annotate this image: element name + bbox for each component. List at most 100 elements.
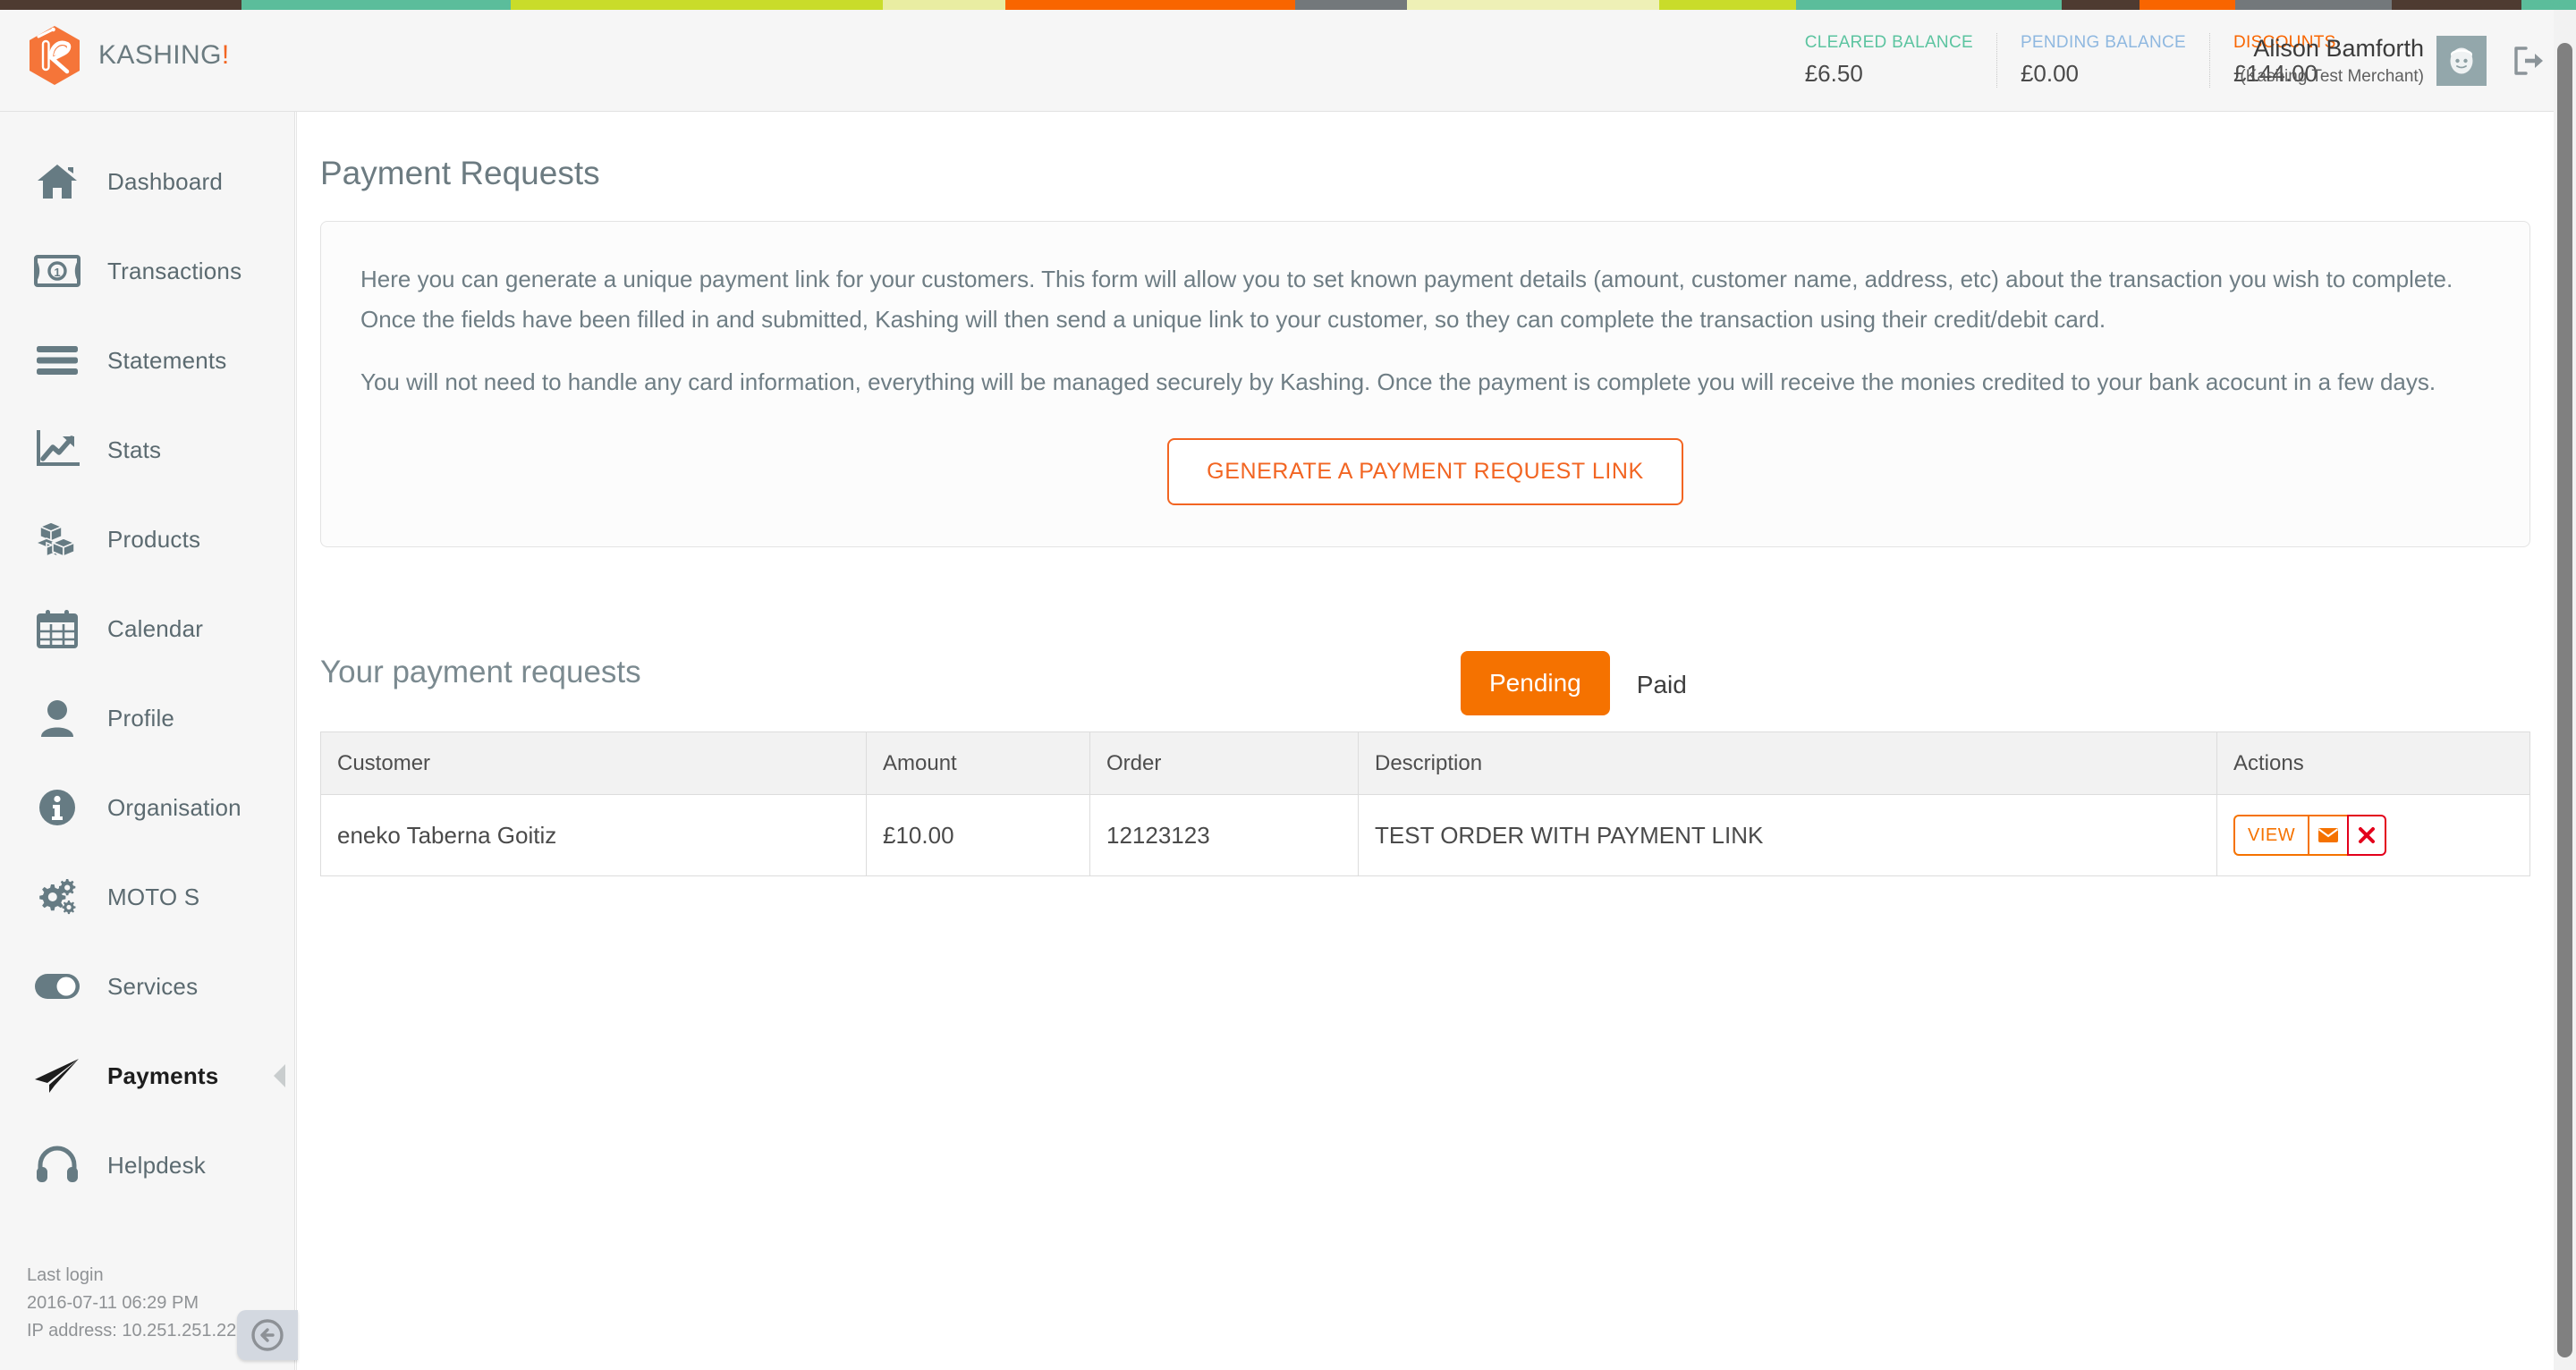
gears-icon (32, 872, 82, 922)
requests-header: Your payment requests Pending Paid (320, 630, 2530, 716)
color-bar-segment-9 (2061, 0, 2140, 10)
sidebar-item-products[interactable]: Products (0, 495, 294, 584)
sidebar-item-payments[interactable]: Payments (0, 1031, 294, 1121)
home-icon (32, 156, 82, 207)
color-bar-segment-3 (882, 0, 1005, 10)
sidebar-item-label: Transactions (107, 257, 242, 284)
sidebar-item-moto-s[interactable]: MOTO S (0, 852, 294, 942)
color-bar-segment-1 (242, 0, 512, 10)
table-head: Customer Amount Order Description Action… (320, 732, 2530, 796)
banknote-icon: 1 (32, 246, 82, 296)
color-bar-segment-5 (1294, 0, 1408, 10)
brand-name: KASHING! (98, 40, 230, 71)
sidebar-item-transactions[interactable]: 1 Transactions (0, 226, 294, 316)
sidebar-item-organisation[interactable]: Organisation (0, 763, 294, 852)
sidebar-item-services[interactable]: Services (0, 942, 294, 1031)
color-bar-segment-11 (2235, 0, 2393, 10)
row-action-group: VIEW (2233, 815, 2387, 857)
list-lines-icon (32, 335, 82, 385)
scrollbar-thumb[interactable] (2557, 43, 2572, 1357)
brand-name-text: KASHING (98, 40, 222, 70)
cell-description: TEST ORDER WITH PAYMENT LINK (1358, 794, 2217, 877)
cell-customer: eneko Taberna Goitiz (320, 794, 867, 877)
sidebar-item-label: Organisation (107, 793, 242, 821)
sidebar-item-dashboard[interactable]: Dashboard (0, 137, 294, 226)
svg-text:1: 1 (54, 266, 60, 279)
cell-actions: VIEW (2216, 794, 2530, 877)
chevron-left-indicator-icon (274, 1064, 285, 1087)
payment-requests-table: Customer Amount Order Description Action… (320, 732, 2530, 877)
last-login-label: Last login (27, 1265, 104, 1285)
sidebar-item-label: Profile (107, 704, 175, 732)
generate-button-wrapper: GENERATE A PAYMENT REQUEST LINK (360, 438, 2490, 506)
toggle-on-icon (32, 961, 82, 1011)
tab-paid[interactable]: Paid (1610, 655, 1714, 715)
sidebar-item-profile[interactable]: Profile (0, 673, 294, 763)
sidebar-item-label: Stats (107, 436, 162, 463)
sidebar-item-label: MOTO S (107, 883, 200, 910)
sidebar-item-label: Calendar (107, 614, 204, 642)
boxes-icon (32, 514, 82, 564)
column-header-actions: Actions (2216, 732, 2530, 796)
color-bar-segment-12 (2392, 0, 2522, 10)
main-content: Payment Requests Here you can generate a… (296, 112, 2554, 1370)
sidebar-item-label: Products (107, 525, 201, 553)
column-header-amount: Amount (866, 732, 1090, 796)
stat-value: £0.00 (2020, 60, 2080, 87)
table-body: eneko Taberna Goitiz £10.00 12123123 TES… (320, 794, 2530, 877)
sidebar-item-calendar[interactable]: Calendar (0, 584, 294, 673)
user-name: Alison Bamforth (2253, 34, 2424, 62)
sidebar-item-statements[interactable]: Statements (0, 316, 294, 405)
user-text: Alison Bamforth (Kashing Test Merchant) (2240, 35, 2424, 87)
tab-pending[interactable]: Pending (1461, 651, 1610, 716)
color-bar-segment-2 (511, 0, 883, 10)
paper-plane-icon (32, 1051, 82, 1101)
color-bar-segment-6 (1407, 0, 1660, 10)
calendar-icon (32, 604, 82, 654)
color-bar-segment-7 (1659, 0, 1796, 10)
top-color-bar (0, 0, 2576, 10)
cross-icon (2359, 827, 2376, 844)
sidebar-item-helpdesk[interactable]: Helpdesk (0, 1121, 294, 1210)
logout-button[interactable] (2508, 40, 2549, 81)
view-button[interactable]: VIEW (2233, 815, 2309, 857)
headset-icon (32, 1140, 82, 1190)
stat-value: £6.50 (1804, 60, 1863, 87)
app-header: KASHING! CLEARED BALANCE £6.50 PENDING B… (0, 10, 2576, 112)
last-login-timestamp: 2016-07-11 06:29 PM (27, 1293, 199, 1313)
avatar-face-icon (2450, 47, 2473, 73)
stat-label: CLEARED BALANCE (1804, 33, 1973, 52)
brand-logo[interactable]: KASHING! (27, 25, 230, 86)
page-title: Payment Requests (320, 155, 600, 191)
delete-button[interactable] (2347, 815, 2387, 857)
brand-name-bang: ! (221, 40, 230, 70)
info-paragraph-1: Here you can generate a unique payment l… (360, 266, 2453, 333)
sidebar-collapse-button[interactable] (237, 1310, 298, 1360)
chart-trend-icon (32, 425, 82, 475)
sidebar-item-stats[interactable]: Stats (0, 405, 294, 495)
sidebar-nav: Dashboard 1 Transactions Statements Stat… (0, 112, 294, 1210)
sidebar-item-label: Payments (107, 1061, 219, 1089)
color-bar-segment-10 (2140, 0, 2236, 10)
cell-amount: £10.00 (866, 794, 1090, 877)
stat-pending-balance: PENDING BALANCE £0.00 (1996, 33, 2209, 88)
table-row: eneko Taberna Goitiz £10.00 12123123 TES… (320, 794, 2530, 877)
color-bar-segment-0 (0, 0, 242, 10)
sidebar: Dashboard 1 Transactions Statements Stat… (0, 112, 298, 1370)
column-header-description: Description (1358, 732, 2217, 796)
last-login-info: Last login 2016-07-11 06:29 PM IP addres… (27, 1262, 236, 1345)
requests-title: Your payment requests (320, 655, 641, 690)
column-header-order: Order (1089, 732, 1359, 796)
stat-cleared-balance: CLEARED BALANCE £6.50 (1782, 33, 1996, 88)
resend-email-button[interactable] (2308, 815, 2348, 857)
sidebar-item-label: Statements (107, 346, 227, 374)
info-circle-icon (32, 782, 82, 833)
avatar[interactable] (2436, 35, 2487, 86)
info-panel: Here you can generate a unique payment l… (320, 221, 2530, 548)
user-icon (32, 693, 82, 743)
column-header-customer: Customer (320, 732, 867, 796)
generate-payment-request-link-button[interactable]: GENERATE A PAYMENT REQUEST LINK (1167, 438, 1683, 506)
user-menu[interactable]: Alison Bamforth (Kashing Test Merchant) (2216, 10, 2487, 111)
last-login-ip: IP address: 10.251.251.22 (27, 1321, 237, 1340)
sign-out-icon (2514, 47, 2543, 75)
